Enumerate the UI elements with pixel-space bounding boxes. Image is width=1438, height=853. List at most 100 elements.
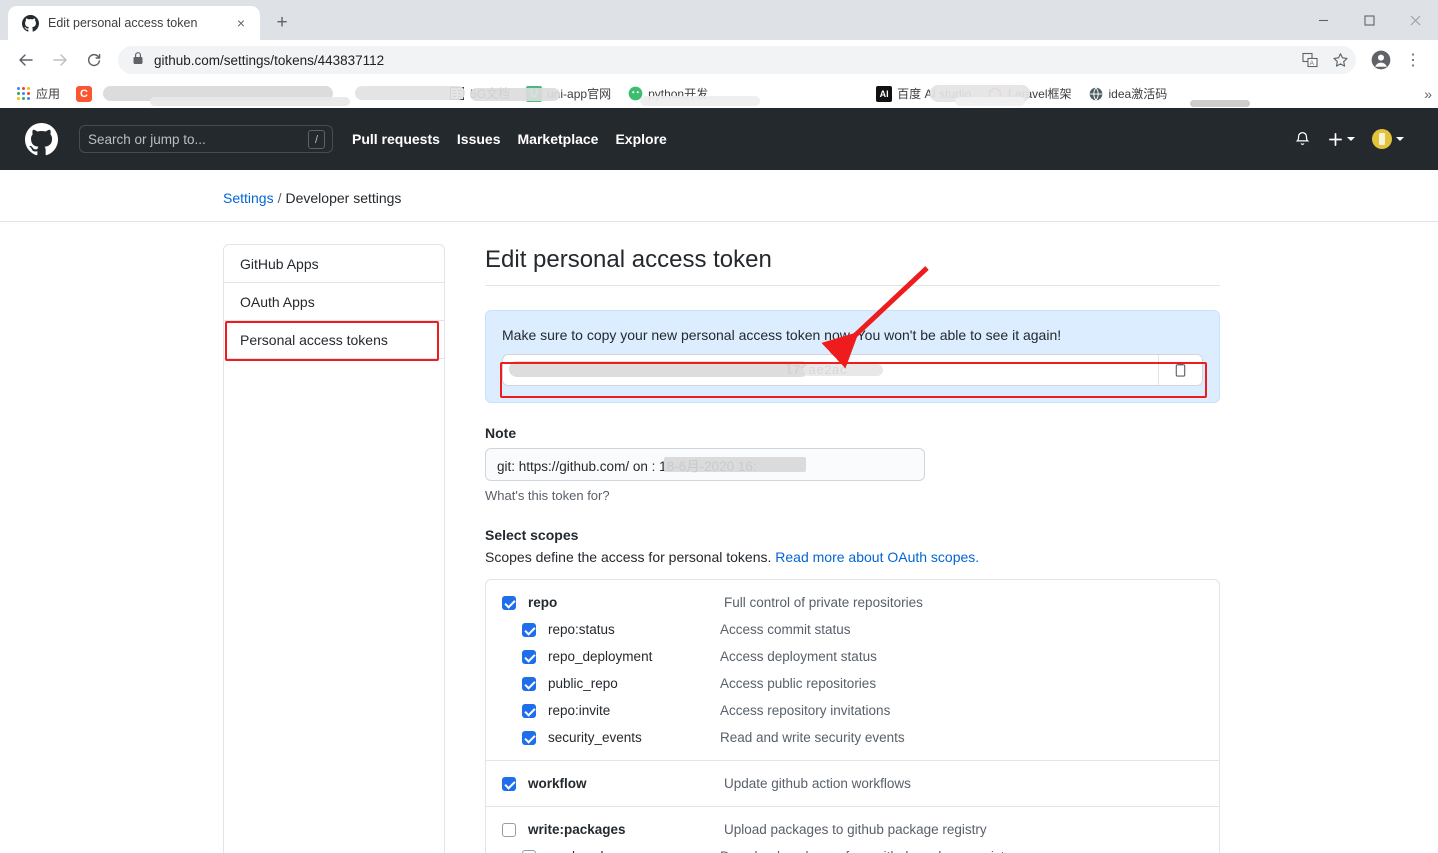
scope-row-repo-deployment[interactable]: repo_deployment Access deployment status: [486, 643, 1219, 670]
bookmark-label: 应用: [36, 87, 61, 101]
token-banner: Make sure to copy your new personal acce…: [485, 310, 1220, 404]
checkbox-security-events[interactable]: [522, 730, 536, 745]
profile-icon[interactable]: [1366, 45, 1396, 75]
svg-text:A: A: [1310, 60, 1315, 67]
checkbox-workflow[interactable]: [502, 776, 516, 791]
bookmark-item[interactable]: [717, 91, 867, 97]
scope-checkbox[interactable]: [522, 649, 538, 664]
scope-checkbox[interactable]: [522, 676, 538, 691]
oauth-scopes-link[interactable]: Read more about OAuth scopes.: [775, 549, 979, 565]
window-controls: [1300, 0, 1438, 40]
bookmarks-bar: 应用 C 5G文档 U uni-app官网 python开发 AI 百度 AI …: [0, 80, 1438, 108]
scope-name: repo: [528, 595, 558, 611]
sidebar-item-oauth-apps[interactable]: OAuth Apps: [224, 283, 444, 321]
bookmark-item[interactable]: [226, 91, 322, 97]
checkbox-repo-invite[interactable]: [522, 703, 536, 718]
scope-row-workflow[interactable]: workflow Update github action workflows: [486, 770, 1219, 797]
tab-title: Edit personal access token: [48, 16, 198, 30]
create-new-button[interactable]: [1328, 132, 1355, 147]
bookmarks-overflow-icon[interactable]: »: [1424, 86, 1432, 102]
bookmark-item[interactable]: AI 百度 AI studio: [869, 82, 978, 105]
github-mark-icon[interactable]: [25, 122, 58, 156]
browser-tab[interactable]: Edit personal access token ×: [8, 6, 260, 40]
address-bar[interactable]: github.com/settings/tokens/443837112 A: [118, 46, 1356, 74]
scope-checkbox[interactable]: [502, 822, 518, 837]
omnibox-actions: A: [1296, 46, 1354, 74]
scope-checkbox[interactable]: [502, 595, 518, 610]
url-text: github.com/settings/tokens/443837112: [154, 52, 385, 68]
bookmark-apps[interactable]: 应用: [8, 82, 67, 105]
nav-explore[interactable]: Explore: [615, 131, 666, 147]
chevron-down-icon: [1347, 137, 1355, 141]
bookmark-item[interactable]: 5G文档: [442, 82, 517, 105]
scope-name: read:packages: [548, 849, 720, 853]
close-icon[interactable]: ×: [232, 14, 250, 32]
bell-icon[interactable]: [1294, 131, 1311, 148]
avatar[interactable]: [1372, 129, 1404, 149]
back-icon[interactable]: [10, 44, 42, 76]
checkbox-repo[interactable]: [502, 595, 516, 610]
search-input[interactable]: Search or jump to... /: [79, 125, 333, 153]
sidebar-item-personal-access-tokens[interactable]: Personal access tokens: [224, 321, 444, 359]
scopes-description: Scopes define the access for personal to…: [485, 549, 1220, 565]
sidebar-item-github-apps[interactable]: GitHub Apps: [224, 245, 444, 283]
github-icon: [22, 14, 39, 32]
sidebar-item-label: GitHub Apps: [240, 255, 319, 272]
scope-description: Access commit status: [720, 622, 851, 638]
checkbox-public-repo[interactable]: [522, 676, 536, 691]
bookmark-item[interactable]: [324, 91, 440, 97]
close-window-icon[interactable]: [1392, 4, 1438, 36]
checkbox-repo-deployment[interactable]: [522, 649, 536, 664]
bookmark-item[interactable]: Laravel框架: [980, 82, 1078, 105]
browser-window: Edit personal access token × + github.co…: [0, 0, 1438, 853]
scope-row-write-packages[interactable]: write:packages Upload packages to github…: [486, 816, 1219, 843]
checkbox-write-packages[interactable]: [502, 822, 516, 837]
scope-row-repo-status[interactable]: repo:status Access commit status: [486, 616, 1219, 643]
bookmark-item[interactable]: U uni-app官网: [519, 82, 618, 105]
forward-icon: [44, 44, 76, 76]
breadcrumb-current: Developer settings: [285, 190, 402, 206]
breadcrumb: Settings / Developer settings: [0, 170, 1438, 222]
globe-icon: [1088, 86, 1104, 102]
scope-checkbox[interactable]: [522, 730, 538, 745]
bookmark-item[interactable]: idea激活码: [1081, 82, 1175, 105]
page-title: Edit personal access token: [485, 244, 1220, 287]
scope-checkbox[interactable]: [522, 703, 538, 718]
scope-description: Access public repositories: [720, 676, 877, 692]
scope-row-read-packages[interactable]: read:packages Download packages from git…: [486, 843, 1219, 853]
token-visible-tail: l7fae2ac: [785, 362, 848, 378]
nav-pull-requests[interactable]: Pull requests: [352, 131, 440, 147]
scope-name: repo:invite: [548, 703, 611, 719]
scope-row-repo[interactable]: repo Full control of private repositorie…: [486, 589, 1219, 616]
nav-marketplace[interactable]: Marketplace: [518, 131, 599, 147]
copy-token-button[interactable]: [1158, 355, 1202, 386]
nav-issues[interactable]: Issues: [457, 131, 501, 147]
bookmark-item[interactable]: C: [69, 83, 104, 105]
browser-menu-icon[interactable]: ⋮: [1398, 45, 1428, 75]
note-value: git: https://github.com/ on : 18-6月-2020…: [497, 458, 757, 474]
bookmark-item[interactable]: [106, 91, 224, 97]
scope-name: write:packages: [528, 822, 626, 838]
reload-icon[interactable]: [78, 44, 110, 76]
checkbox-repo-status[interactable]: [522, 622, 536, 637]
scope-row-repo-invite[interactable]: repo:invite Access repository invitation…: [486, 697, 1219, 724]
scope-row-security-events[interactable]: security_events Read and write security …: [486, 724, 1219, 751]
minimize-icon[interactable]: [1300, 4, 1346, 36]
translate-icon[interactable]: A: [1296, 46, 1324, 74]
breadcrumb-settings[interactable]: Settings: [223, 190, 274, 206]
bookmark-item[interactable]: python开发: [620, 82, 715, 105]
apps-grid-icon: [15, 86, 31, 102]
scope-checkbox[interactable]: [522, 622, 538, 637]
note-input[interactable]: git: https://github.com/ on : 18-6月-2020…: [485, 448, 925, 482]
scope-name: repo:status: [548, 622, 615, 638]
token-field[interactable]: l7fae2ac: [502, 354, 1203, 387]
maximize-icon[interactable]: [1346, 4, 1392, 36]
scope-name: repo_deployment: [548, 649, 653, 665]
scope-group-packages: write:packages Upload packages to github…: [486, 807, 1219, 853]
chevron-down-icon: [1396, 137, 1404, 141]
new-tab-button[interactable]: +: [268, 9, 296, 37]
star-icon[interactable]: [1326, 46, 1354, 74]
scope-checkbox[interactable]: [502, 776, 518, 791]
scope-row-public-repo[interactable]: public_repo Access public repositories: [486, 670, 1219, 697]
slash-key-hint: /: [308, 130, 325, 149]
